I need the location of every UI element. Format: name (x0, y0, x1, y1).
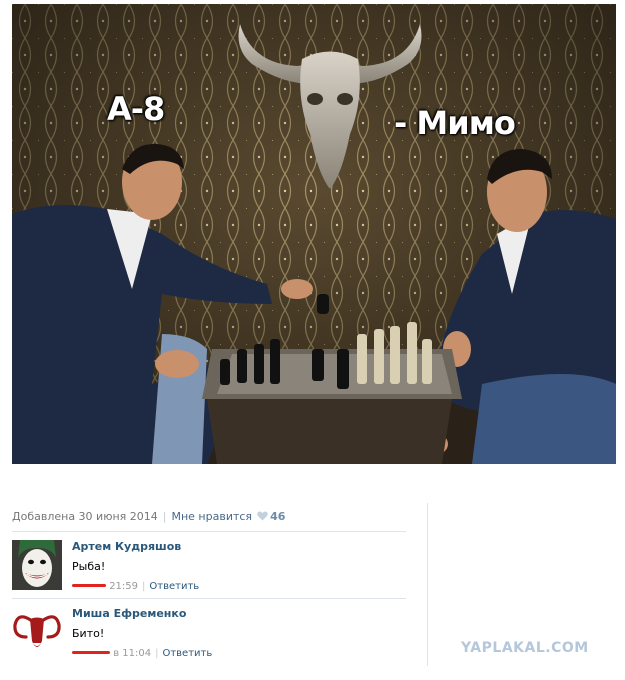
vertical-divider (427, 503, 428, 666)
site-watermark: YAPLAKAL.COM (461, 640, 589, 656)
comment-text: Бито! (72, 627, 105, 640)
ram-logo-avatar-icon[interactable] (12, 607, 62, 657)
caption-left: А-8 (107, 90, 165, 128)
caption-right: - Мимо (394, 104, 516, 142)
comment-time[interactable]: 21:59 (109, 581, 138, 592)
comments-divider-top (12, 531, 406, 532)
redaction-mark (72, 651, 110, 654)
comments-divider (12, 598, 406, 599)
chess-players-image (12, 4, 616, 464)
meta-separator: | (162, 510, 167, 523)
joker-avatar-icon[interactable] (12, 540, 62, 590)
comment-body: Артем Кудряшов Рыба! 21:59 | Ответить (72, 540, 199, 592)
comment-meta: 21:59 | Ответить (72, 581, 199, 592)
post-photo[interactable]: А-8 - Мимо (12, 4, 616, 464)
comment-body: Миша Ефременко Бито! в 11:04 | Ответить (72, 607, 212, 659)
comment-author[interactable]: Миша Ефременко (72, 607, 212, 620)
redaction-mark (72, 584, 106, 587)
comment-item: Артем Кудряшов Рыба! 21:59 | Ответить (12, 540, 406, 592)
meta-separator: | (155, 648, 159, 659)
like-button[interactable]: Мне нравится (171, 510, 252, 523)
reply-button[interactable]: Ответить (162, 648, 212, 659)
reply-button[interactable]: Ответить (149, 581, 199, 592)
comment-text: Рыба! (72, 560, 106, 573)
post-meta: Добавлена 30 июня 2014 | Мне нравится 46 (12, 510, 285, 524)
heart-icon[interactable] (257, 511, 268, 524)
comment-time[interactable]: в 11:04 (113, 648, 151, 659)
comment-item: Миша Ефременко Бито! в 11:04 | Ответить (12, 607, 406, 659)
like-count[interactable]: 46 (270, 510, 285, 523)
comment-meta: в 11:04 | Ответить (72, 648, 212, 659)
meta-separator: | (142, 581, 146, 592)
post-date: Добавлена 30 июня 2014 (12, 510, 158, 523)
comment-author[interactable]: Артем Кудряшов (72, 540, 199, 553)
